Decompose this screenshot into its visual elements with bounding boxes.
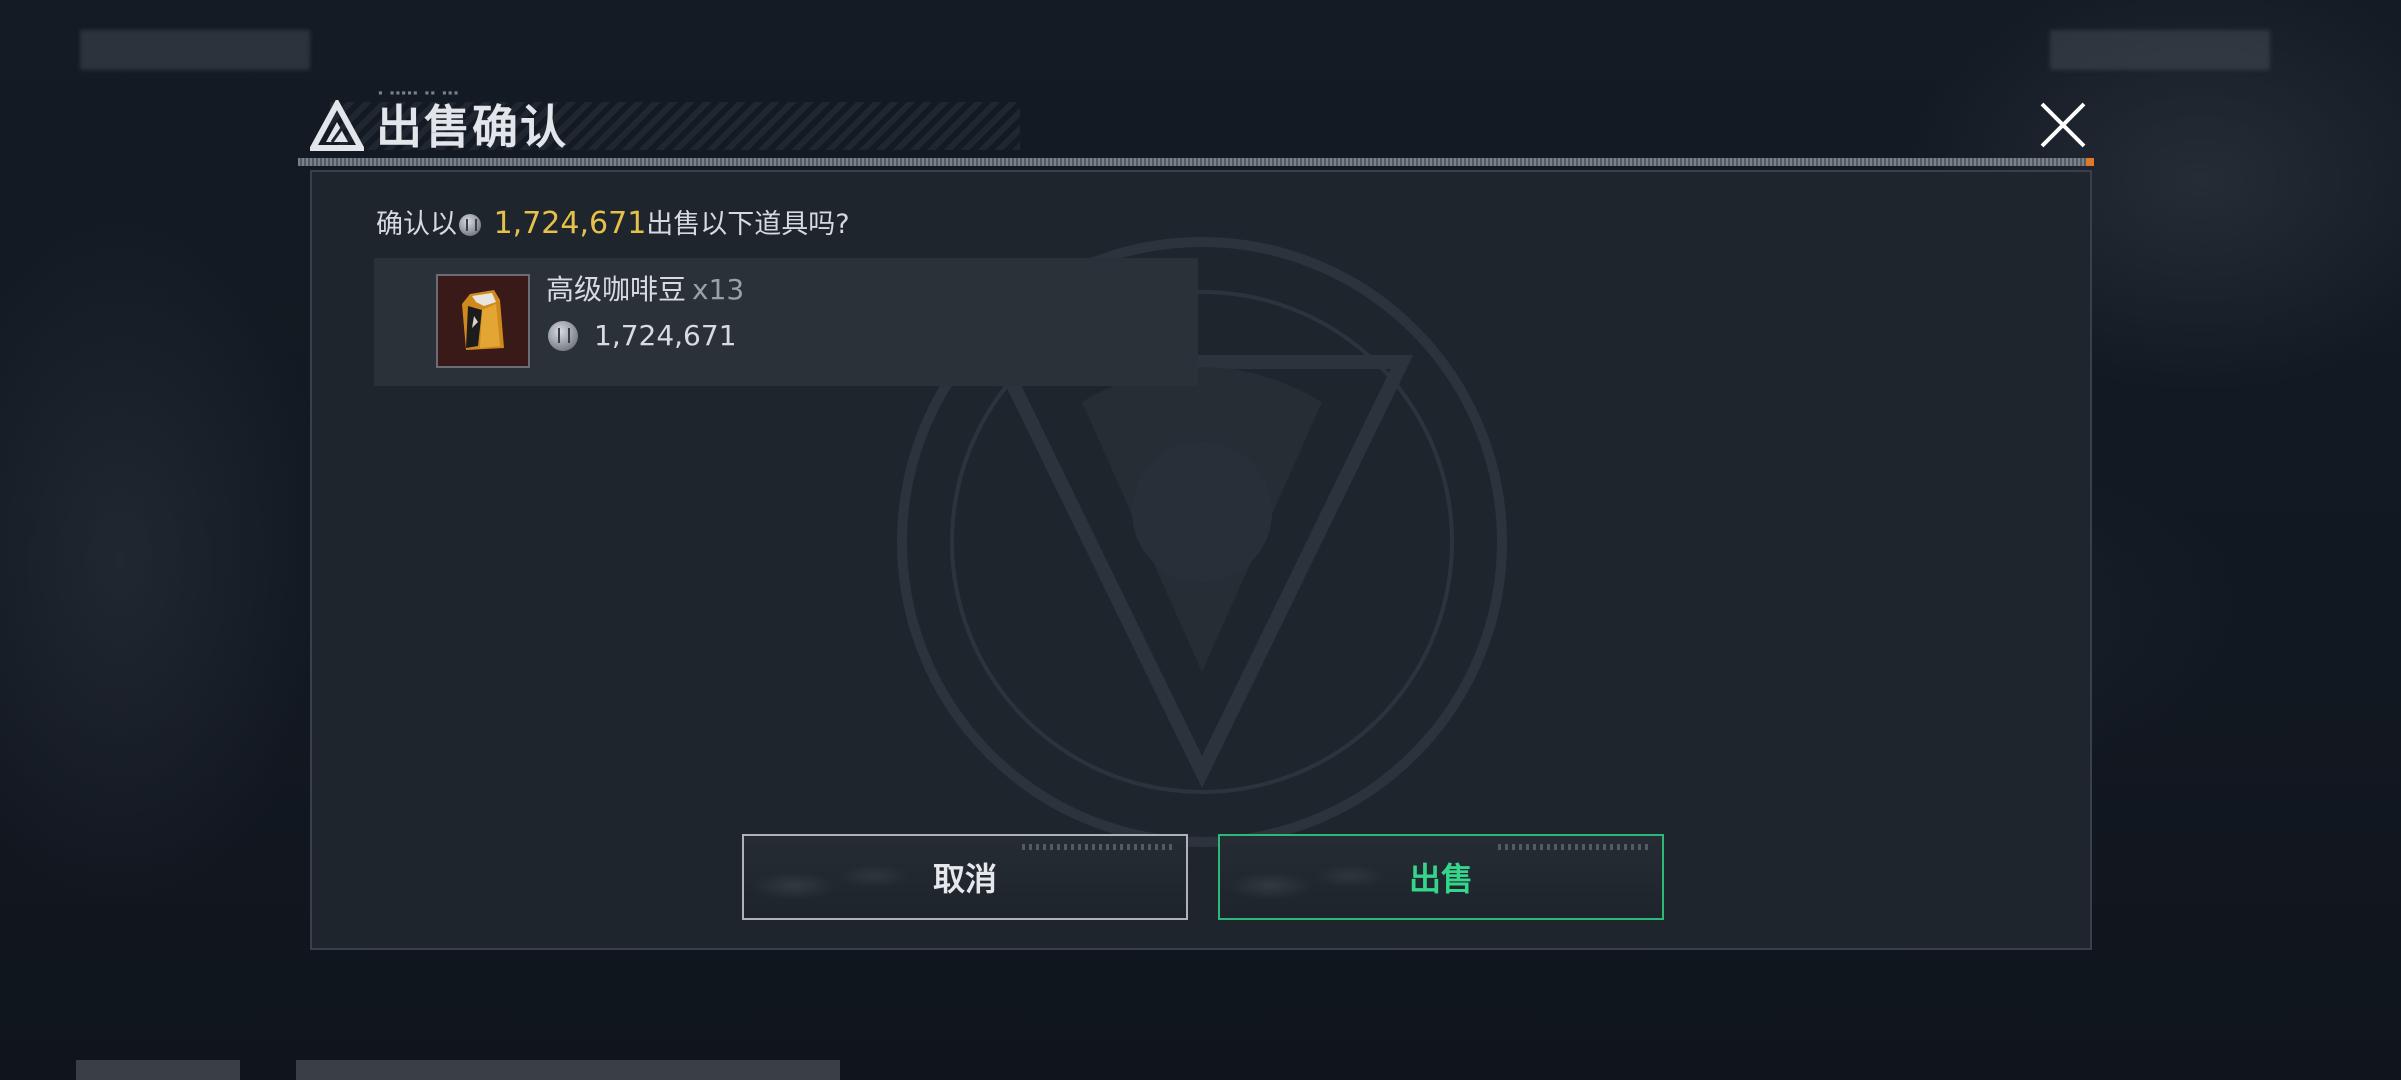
confirm-amount: 1,724,671: [493, 206, 647, 241]
item-quantity: x13: [692, 273, 745, 306]
sell-button-label: 出售: [1408, 860, 1473, 898]
dialog-title: 出售确认: [376, 100, 568, 154]
blurred-hud-element: [2050, 30, 2270, 70]
blurred-bottom-bar: [296, 1060, 840, 1080]
coffee-bean-bag-icon: [462, 290, 504, 350]
silver-coin-icon: [548, 321, 578, 351]
header-divider-accent: [2086, 158, 2094, 166]
blurred-hud-element: [80, 30, 310, 70]
silver-coin-icon: [459, 214, 481, 236]
item-price-line: 1,724,671: [546, 316, 737, 356]
sell-button[interactable]: 出售: [1218, 834, 1664, 920]
item-name-line: 高级咖啡豆 x13: [546, 270, 744, 310]
close-icon[interactable]: [2034, 96, 2092, 154]
confirm-prefix: 确认以: [376, 209, 457, 240]
cancel-button[interactable]: 取消: [742, 834, 1188, 920]
sell-item-row: 高级咖啡豆 x13 1,724,671: [374, 258, 1198, 386]
confirm-suffix: 出售以下道具吗?: [646, 209, 850, 240]
dialog-panel: 确认以 1,724,671出售以下道具吗? 高级咖啡豆 x13 1,724,671…: [310, 170, 2092, 950]
cancel-button-label: 取消: [932, 860, 997, 898]
item-price: 1,724,671: [594, 319, 737, 352]
triangle-logo-icon: [310, 100, 364, 151]
header-divider: [298, 158, 2094, 166]
blurred-bottom-bar: [76, 1060, 240, 1080]
dialog-header: ▪ ▪▪▪▪▪ ▪▪ ▪▪▪ 出售确认: [298, 88, 2094, 164]
item-thumbnail[interactable]: [436, 274, 530, 368]
item-name: 高级咖啡豆: [546, 273, 687, 306]
confirm-message: 确认以 1,724,671出售以下道具吗?: [376, 206, 850, 243]
